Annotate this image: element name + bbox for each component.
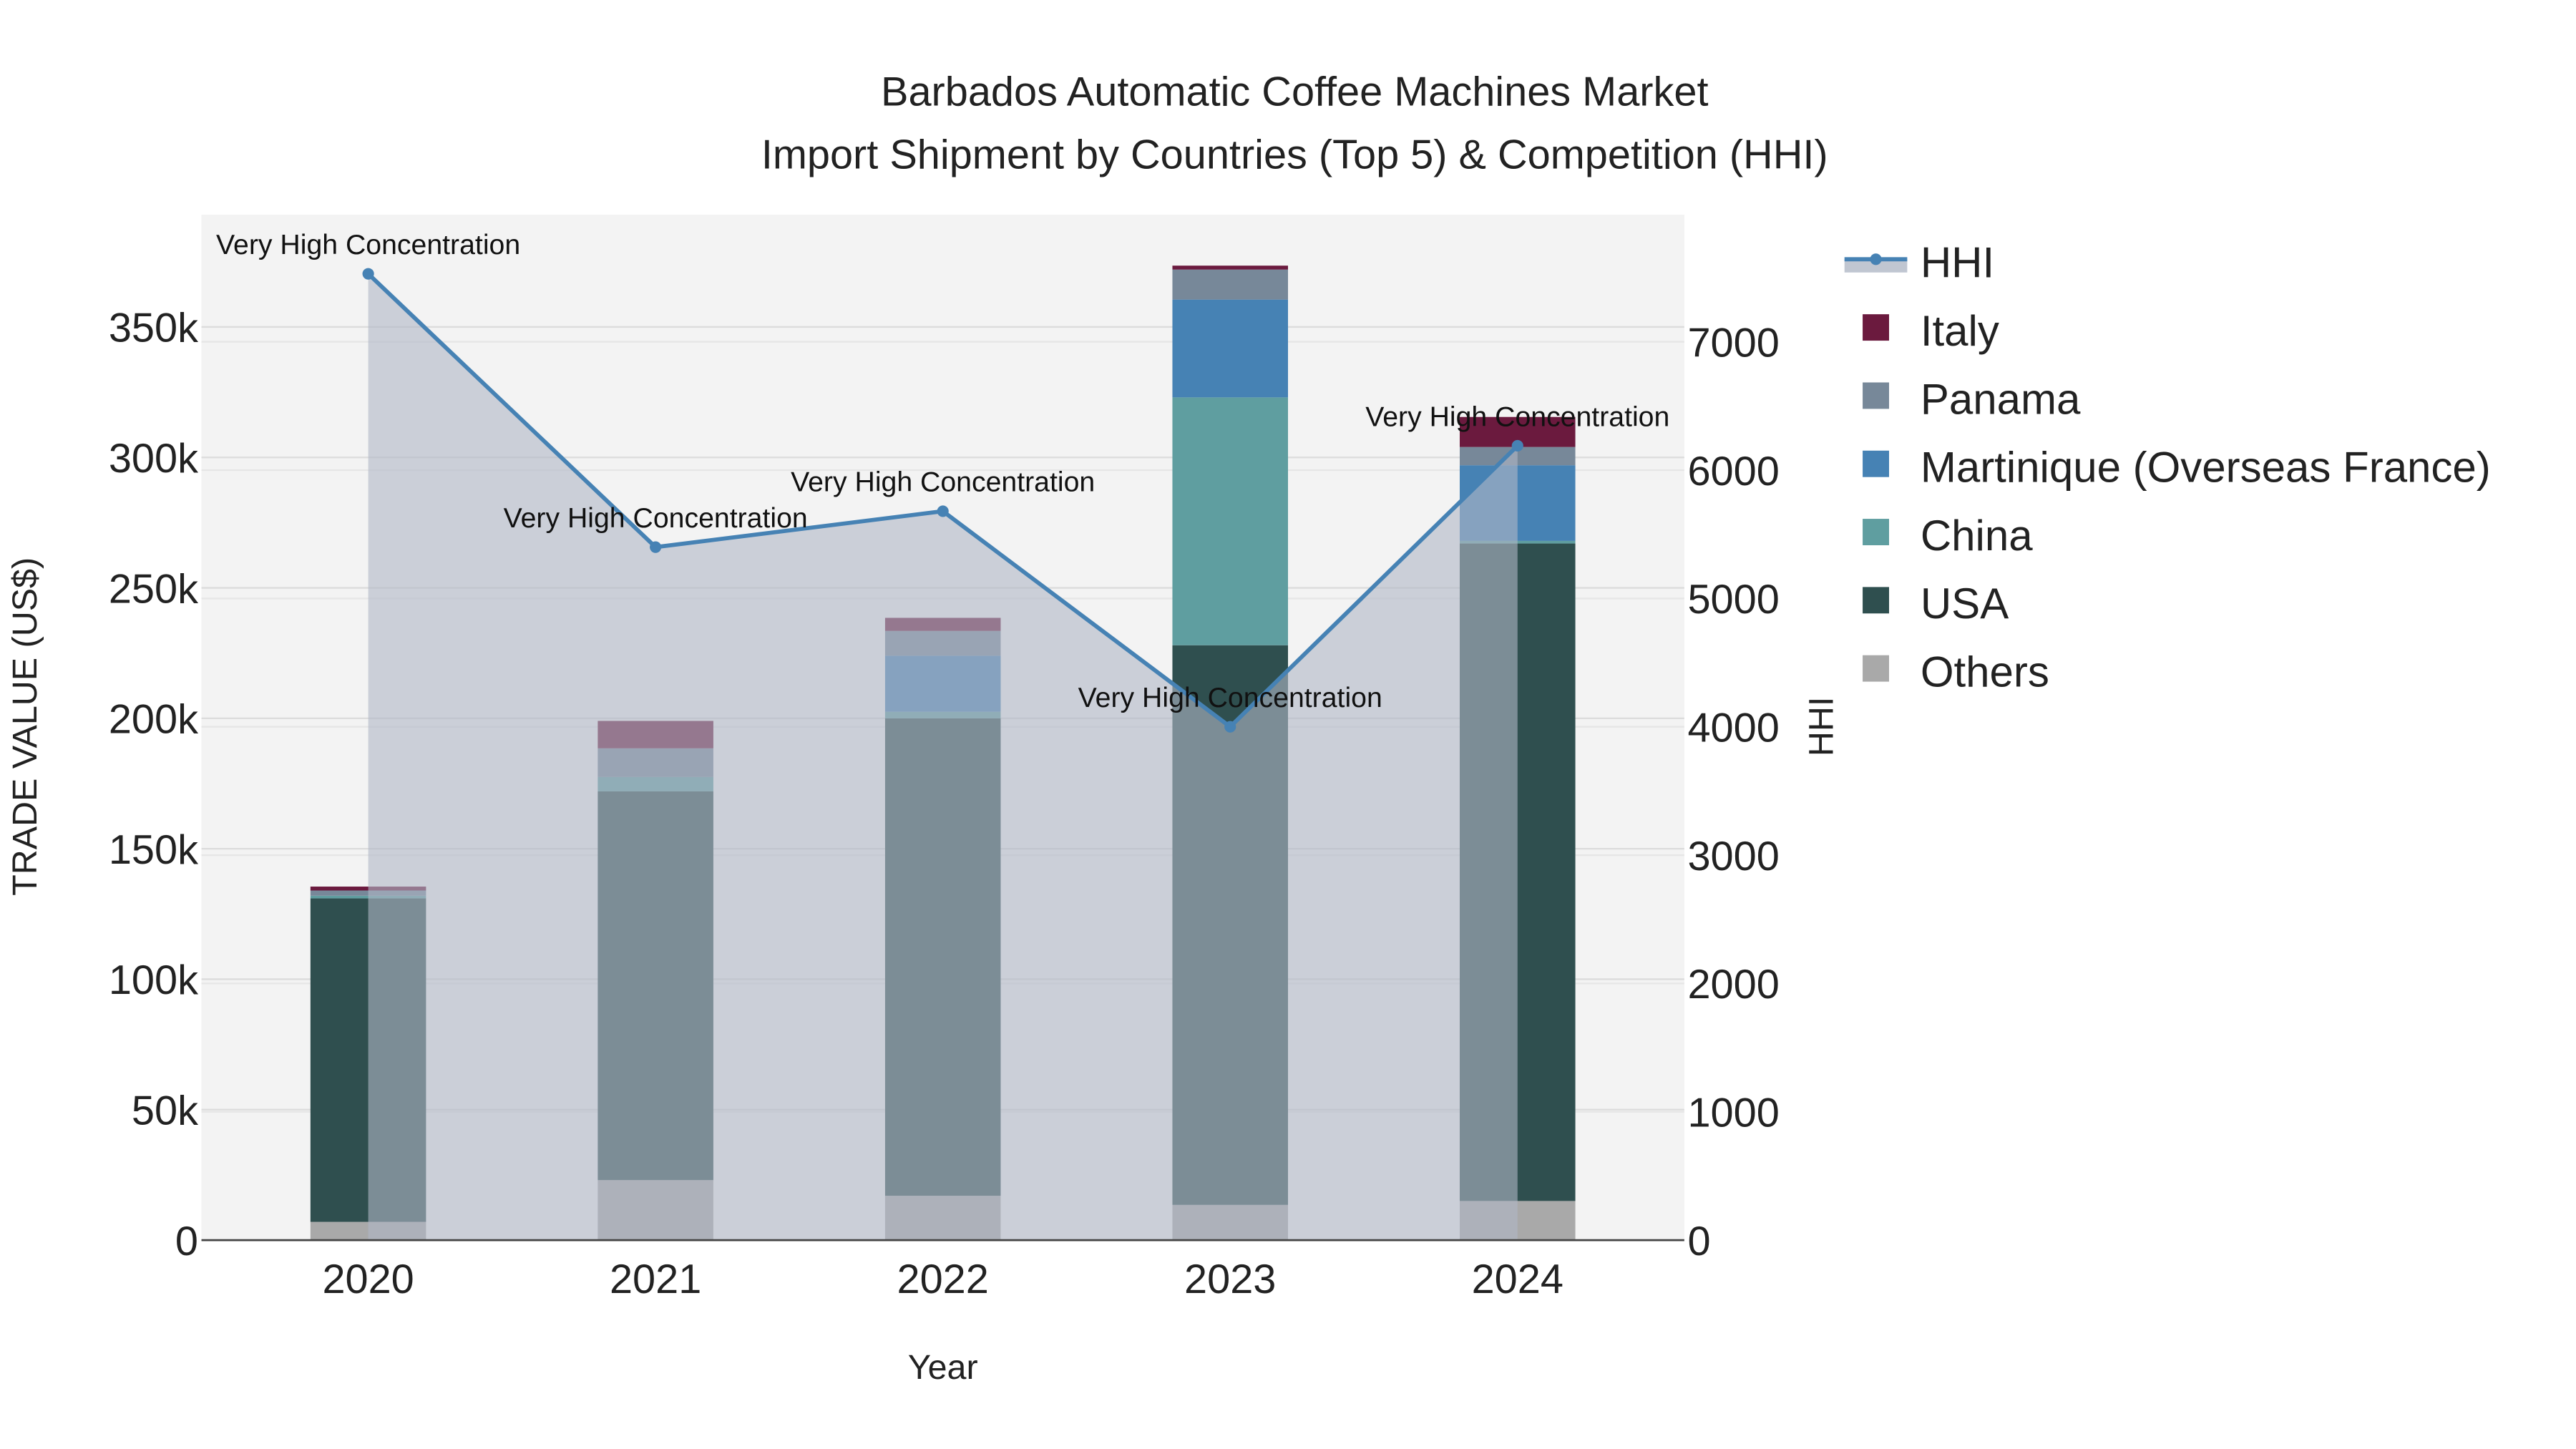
y2-axis-title: HHI: [1802, 697, 1841, 756]
legend-label: HHI: [1921, 239, 1994, 287]
x-tick-label: 2023: [1184, 1257, 1276, 1302]
x-tick-label: 2022: [897, 1257, 989, 1302]
y2-tick-label: 2000: [1687, 962, 1779, 1008]
x-axis-title: Year: [908, 1348, 978, 1387]
hhi-point-2024: [1511, 439, 1523, 452]
legend-label: Panama: [1921, 375, 2081, 423]
legend-swatch: [1863, 450, 1889, 477]
bar-panama-2023: [1172, 269, 1288, 300]
chart-subtitle: Import Shipment by Countries (Top 5) & C…: [761, 132, 1828, 177]
y2-tick-label: 1000: [1687, 1091, 1779, 1136]
y2-tick-label: 4000: [1687, 705, 1779, 751]
legend-label: USA: [1921, 580, 2009, 628]
bar-china-2023: [1172, 397, 1288, 645]
legend-swatch: [1863, 519, 1889, 545]
legend-swatch: [1863, 587, 1889, 614]
y2-tick-label: 6000: [1687, 449, 1779, 494]
y-tick-label: 300k: [109, 436, 198, 482]
y2-tick-label: 5000: [1687, 577, 1779, 623]
x-tick-label: 2024: [1472, 1257, 1563, 1302]
legend-label: Others: [1921, 648, 2049, 696]
hhi-annotation: Very High Concentration: [216, 229, 520, 260]
hhi-point-2021: [650, 541, 662, 553]
y-tick-label: 150k: [109, 827, 198, 873]
y2-tick-label: 7000: [1687, 320, 1779, 366]
y-tick-label: 50k: [132, 1088, 198, 1134]
x-tick-label: 2020: [322, 1257, 414, 1302]
y-tick-label: 200k: [109, 697, 198, 743]
y-axis-title: TRADE VALUE (US$): [6, 557, 44, 896]
legend-label: Martinique (Overseas France): [1921, 444, 2491, 492]
legend-hhi-marker: [1870, 253, 1882, 265]
legend-swatch: [1863, 314, 1889, 341]
legend-label: Italy: [1921, 307, 1999, 355]
y-tick-label: 100k: [109, 957, 198, 1003]
y-tick-label: 0: [175, 1219, 198, 1264]
legend: HHI Italy Panama Martinique (Overseas Franc…: [1844, 239, 2491, 696]
y2-tick-label: 3000: [1687, 834, 1779, 879]
hhi-annotation: Very High Concentration: [1365, 401, 1669, 432]
y2-tick-label: 0: [1687, 1219, 1710, 1264]
hhi-annotation: Very High Concentration: [791, 467, 1095, 498]
hhi-point-2020: [362, 268, 374, 280]
legend-swatch: [1863, 382, 1889, 409]
y-tick-label: 250k: [109, 566, 198, 612]
legend-label: China: [1921, 512, 2033, 560]
hhi-point-2023: [1224, 721, 1236, 733]
y-tick-label: 350k: [109, 306, 198, 351]
bar-italy-2023: [1172, 265, 1288, 270]
legend-swatch: [1863, 655, 1889, 682]
chart: Very High Concentration Very High Concent…: [6, 69, 2491, 1387]
bar-martinique-overseas-france--2023: [1172, 299, 1288, 398]
chart-title: Barbados Automatic Coffee Machines Marke…: [881, 69, 1708, 115]
x-tick-label: 2021: [610, 1257, 701, 1302]
hhi-annotation: Very High Concentration: [504, 502, 808, 534]
hhi-point-2022: [937, 505, 949, 517]
hhi-annotation: Very High Concentration: [1078, 682, 1382, 713]
